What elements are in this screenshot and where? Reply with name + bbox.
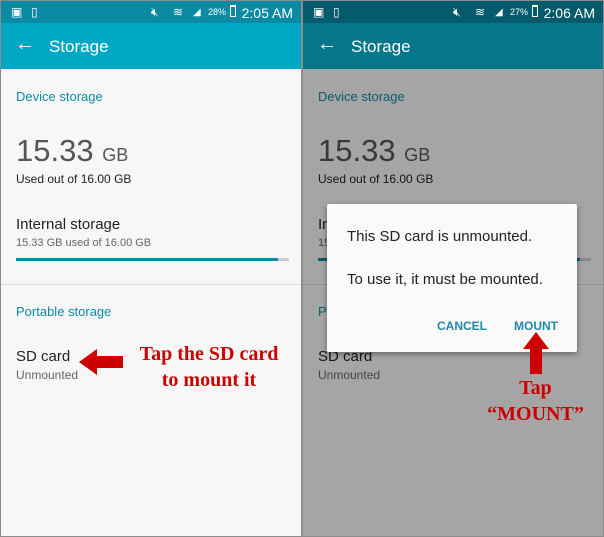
cancel-button[interactable]: CANCEL [437,319,487,333]
dialog-message-2: To use it, it must be mounted. [347,271,543,288]
signal-icon: ◢ [495,7,503,18]
clock: 2:06 AM [543,5,595,21]
used-unit: GB [102,145,129,165]
dialog-message: This SD card is unmounted. [347,228,533,245]
battery-percent: 27% [510,7,529,17]
red-arrow-left-icon [79,349,123,375]
internal-storage-subtitle: 15.33 GB used of 16.00 GB [16,237,152,249]
app-bar: ← Storage [1,23,301,69]
clock: 2:05 AM [241,5,293,21]
battery-icon [230,5,236,17]
app-bar: ← Storage [303,23,603,69]
portable-storage-header: Portable storage [16,304,112,319]
device-notification-icon: ▯ [31,5,38,19]
right-screen: ▣ ▯ 🔇︎ ≋ ◢ 27% 2:06 AM ← Storage Device … [303,1,603,536]
annotation-line: to mount it [161,369,257,391]
mute-icon: 🔇︎ [151,5,159,19]
gallery-notification-icon: ▣ [11,5,23,19]
progress-fill [16,258,278,261]
divider [1,284,301,285]
wifi-icon: ≋ [173,5,184,19]
used-value: 15.33 [16,133,94,168]
internal-storage-progress [16,258,289,261]
back-arrow-icon[interactable]: ← [317,33,337,56]
used-caption: Used out of 16.00 GB [16,172,132,186]
page-title: Storage [49,37,109,56]
internal-storage-title: Internal storage [16,216,121,233]
annotation-line: “MOUNT” [487,403,584,425]
annotation-line: Tap the SD card [139,343,279,365]
signal-icon: ◢ [193,7,201,18]
back-arrow-icon[interactable]: ← [15,33,35,56]
device-notification-icon: ▯ [333,5,340,19]
mount-dialog: This SD card is unmounted. To use it, it… [327,204,577,352]
battery-icon [532,5,538,17]
left-screen: ▣ ▯ 🔇︎ ≋ ◢ 28% 2:05 AM ← Storage Device … [1,1,301,536]
annotation-line: Tap [519,377,552,399]
device-storage-header: Device storage [16,89,103,104]
red-arrow-up-icon [523,332,549,374]
page-title: Storage [351,37,411,56]
internal-storage-item[interactable]: Internal storage 15.33 GB used of 16.00 … [1,206,301,276]
annotation-tap-mount: Tap “MOUNT” [473,375,598,427]
sd-card-status: Unmounted [16,368,79,382]
status-bar: ▣ ▯ 🔇︎ ≋ ◢ 28% 2:05 AM [1,1,301,23]
battery-percent: 28% [208,7,227,17]
status-bar: ▣ ▯ 🔇︎ ≋ ◢ 27% 2:06 AM [303,1,603,23]
annotation-tap-sd-card: Tap the SD card to mount it [121,341,297,393]
mute-icon: 🔇︎ [453,5,461,19]
gallery-notification-icon: ▣ [313,5,325,19]
wifi-icon: ≋ [475,5,486,19]
used-storage-value: 15.33 GB [16,133,128,169]
sd-card-title: SD card [16,348,71,365]
